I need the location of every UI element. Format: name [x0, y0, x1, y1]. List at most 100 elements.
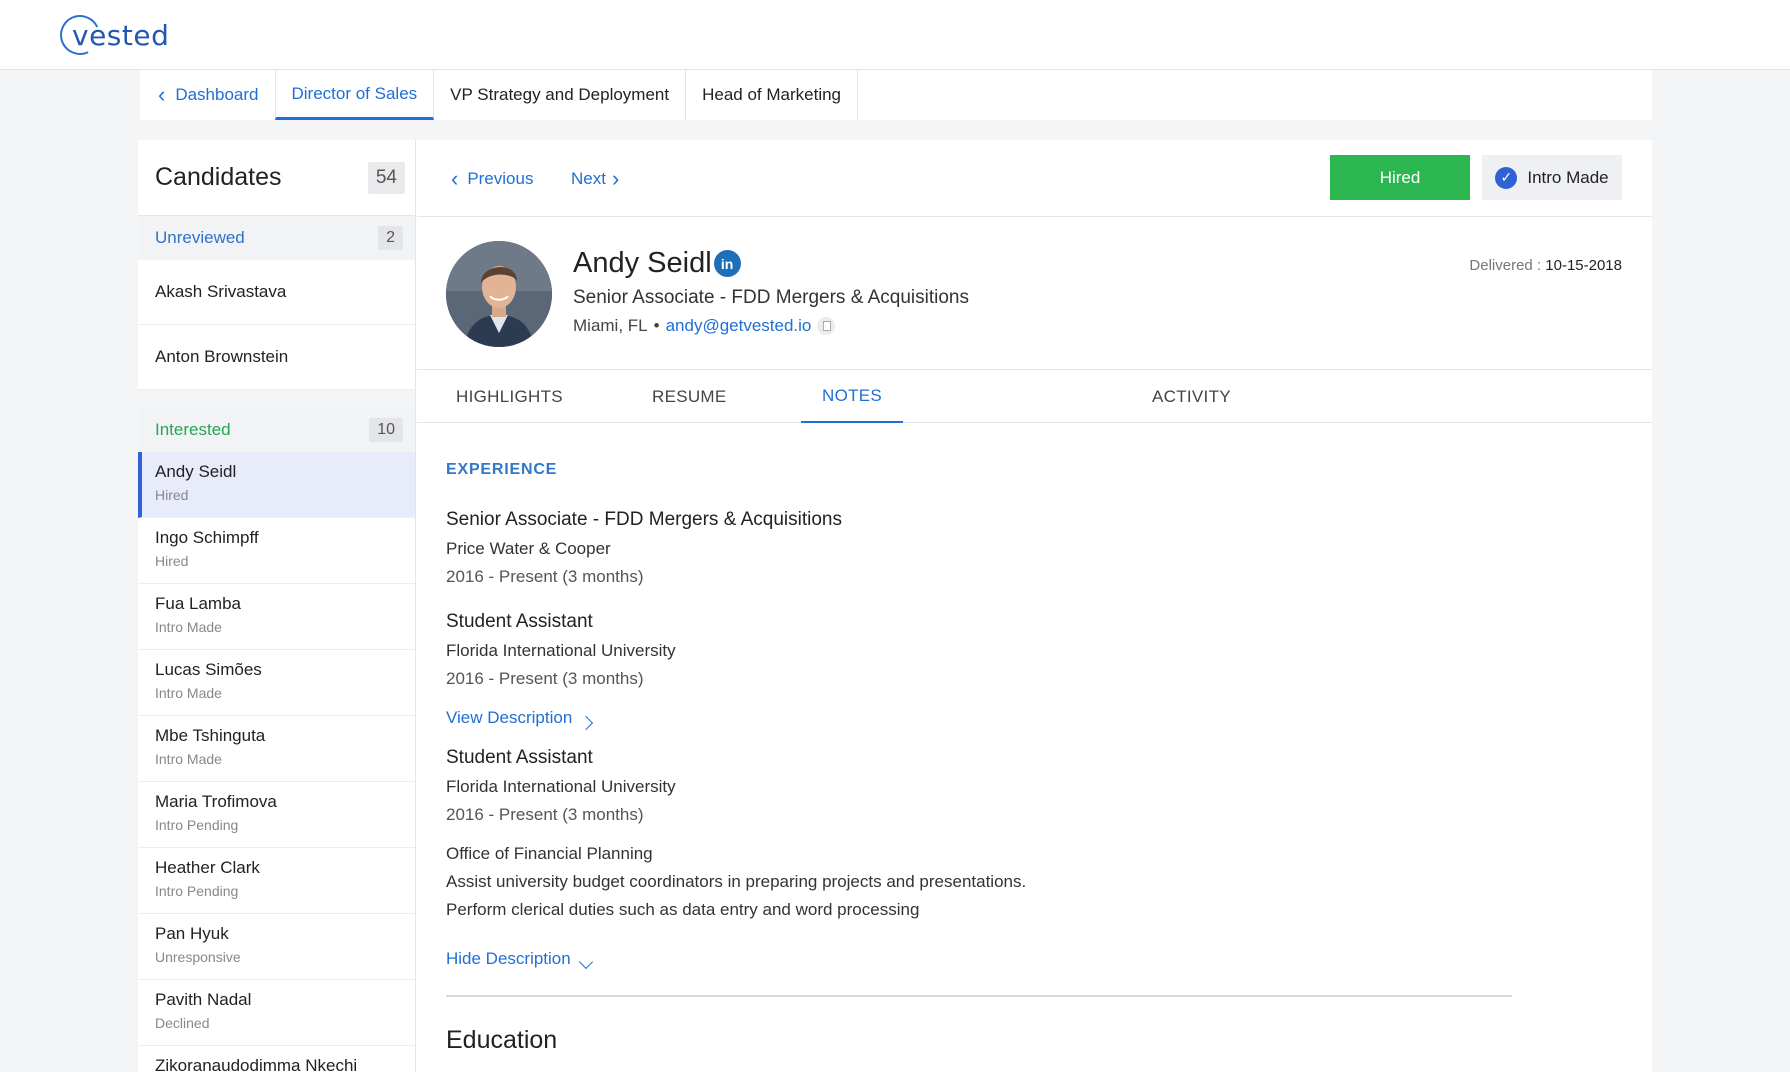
experience-title: Student Assistant — [446, 611, 593, 632]
experience-title: Student Assistant — [446, 747, 593, 768]
hide-description-label: Hide Description — [446, 949, 571, 968]
tab-vp-strategy[interactable]: VP Strategy and Deployment — [434, 70, 687, 120]
avatar — [446, 241, 552, 347]
description-line: Assist university budget coordinators in… — [446, 872, 1027, 891]
candidate-name: Andy Seidl — [155, 462, 237, 481]
chevron-right-icon — [578, 715, 594, 731]
chevron-left-icon: ‹ — [451, 166, 459, 191]
section-divider — [446, 995, 1512, 997]
candidate-name: Zikoranaudodimma Nkechi — [155, 1056, 358, 1072]
group-gap — [138, 390, 415, 408]
education-heading: Education — [446, 1026, 558, 1054]
group-label: Unreviewed — [155, 228, 245, 247]
profile-email-link[interactable]: andy@getvested.io — [666, 316, 812, 336]
tab-activity[interactable]: ACTIVITY — [1152, 370, 1231, 423]
list-item[interactable]: Pan Hyuk Unresponsive — [138, 914, 415, 980]
list-item[interactable]: Ingo Schimpff Hired — [138, 518, 415, 584]
candidate-status: Hired — [155, 553, 189, 569]
candidate-name: Maria Trofimova — [155, 792, 277, 811]
profile-tabs: HIGHLIGHTS RESUME NOTES ACTIVITY — [417, 370, 1652, 423]
linkedin-icon[interactable]: in — [713, 250, 741, 277]
candidate-name: Lucas Simões — [155, 660, 262, 679]
vested-logo[interactable]: vested — [54, 9, 170, 61]
candidates-sidebar: Candidates 54 Unreviewed 2 Akash Srivast… — [138, 140, 416, 1072]
candidates-count-badge: 54 — [367, 161, 405, 194]
experience-org: Price Water & Cooper — [446, 539, 611, 558]
dashboard-back-link[interactable]: ‹ Dashboard — [140, 70, 275, 120]
candidate-name-heading: Andy Seidl in — [573, 247, 741, 280]
check-icon: ✓ — [1495, 166, 1518, 189]
experience-item: Student Assistant Florida International … — [446, 611, 676, 689]
candidate-name: Fua Lamba — [155, 594, 241, 613]
profile-title: Senior Associate - FDD Mergers & Acquisi… — [573, 287, 969, 308]
experience-dates: 2016 - Present (3 months) — [446, 805, 644, 824]
candidate-name: Pan Hyuk — [155, 924, 229, 943]
list-item[interactable]: Pavith Nadal Declined — [138, 980, 415, 1046]
previous-link[interactable]: ‹ Previous — [451, 168, 533, 190]
sidebar-title: Candidates — [155, 163, 282, 191]
avatar-portrait — [446, 241, 552, 347]
view-description-link[interactable]: View Description — [446, 708, 594, 731]
tab-notes[interactable]: NOTES — [801, 370, 904, 423]
copy-icon[interactable] — [817, 317, 836, 335]
tab-resume[interactable]: RESUME — [652, 370, 727, 423]
intro-made-label: Intro Made — [1527, 167, 1609, 187]
list-item[interactable]: Maria Trofimova Intro Pending — [138, 782, 415, 848]
candidate-status: Intro Made — [155, 751, 222, 767]
tab-highlights[interactable]: HIGHLIGHTS — [456, 370, 563, 423]
experience-heading: EXPERIENCE — [446, 461, 558, 478]
location-separator: • — [653, 316, 660, 335]
candidate-status: Intro Made — [155, 619, 222, 635]
group-unreviewed[interactable]: Unreviewed 2 — [138, 216, 415, 260]
chevron-right-icon: › — [611, 166, 620, 191]
list-item[interactable]: Heather Clark Intro Pending — [138, 848, 415, 914]
next-label: Next — [571, 169, 606, 188]
top-bar: vested — [0, 0, 1790, 70]
profile-location: Miami, FL — [573, 316, 648, 335]
experience-item: Senior Associate - FDD Mergers & Acquisi… — [446, 509, 842, 587]
experience-description: Office of Financial Planning Assist univ… — [446, 840, 1026, 924]
experience-item: Student Assistant Florida International … — [446, 747, 676, 825]
tab-head-of-marketing[interactable]: Head of Marketing — [686, 70, 859, 120]
profile-name: Andy Seidl — [573, 247, 712, 279]
list-item[interactable]: Akash Srivastava — [138, 260, 415, 325]
logo-text: vested — [72, 18, 170, 52]
intro-made-button[interactable]: ✓ Intro Made — [1482, 155, 1622, 200]
candidate-name: Heather Clark — [155, 858, 260, 877]
description-line: Perform clerical duties such as data ent… — [446, 900, 920, 919]
experience-title: Senior Associate - FDD Mergers & Acquisi… — [446, 509, 842, 530]
next-link[interactable]: Next › — [571, 168, 619, 190]
candidate-status: Intro Made — [155, 685, 222, 701]
group-count-badge: 2 — [378, 226, 403, 250]
group-interested[interactable]: Interested 10 — [138, 408, 415, 452]
list-item[interactable]: Fua Lamba Intro Made — [138, 584, 415, 650]
list-item[interactable]: Mbe Tshinguta Intro Made — [138, 716, 415, 782]
list-item[interactable]: Anton Brownstein — [138, 325, 415, 390]
delivered-value: 10-15-2018 — [1545, 257, 1622, 274]
experience-org: Florida International University — [446, 777, 676, 796]
candidate-status: Hired — [155, 487, 189, 503]
view-description-label: View Description — [446, 708, 573, 727]
hide-description-link[interactable]: Hide Description — [446, 949, 594, 970]
profile-header: Andy Seidl in Senior Associate - FDD Mer… — [417, 217, 1652, 370]
group-count-badge: 10 — [369, 418, 403, 442]
candidate-status: Declined — [155, 1015, 210, 1031]
notes-content: EXPERIENCE Senior Associate - FDD Merger… — [417, 425, 1652, 1072]
experience-org: Florida International University — [446, 641, 676, 660]
list-item[interactable]: Zikoranaudodimma Nkechi — [138, 1046, 415, 1072]
candidate-panel: Candidates 54 Unreviewed 2 Akash Srivast… — [138, 140, 1652, 1072]
sidebar-header: Candidates 54 — [138, 140, 415, 216]
list-item[interactable]: Lucas Simões Intro Made — [138, 650, 415, 716]
job-tabs: ‹ Dashboard Director of Sales VP Strateg… — [140, 70, 1652, 120]
delivered-label: Delivered : — [1469, 257, 1542, 274]
candidate-name: Mbe Tshinguta — [155, 726, 266, 745]
candidate-name: Ingo Schimpff — [155, 528, 259, 547]
list-item-selected[interactable]: Andy Seidl Hired — [138, 452, 415, 518]
delivered-date: Delivered : 10-15-2018 — [1469, 257, 1622, 274]
tab-director-of-sales[interactable]: Director of Sales — [274, 70, 435, 120]
experience-dates: 2016 - Present (3 months) — [446, 567, 644, 586]
chevron-down-icon — [578, 954, 594, 970]
hired-button[interactable]: Hired — [1330, 155, 1470, 200]
experience-dates: 2016 - Present (3 months) — [446, 669, 644, 688]
dashboard-label: Dashboard — [175, 85, 259, 104]
